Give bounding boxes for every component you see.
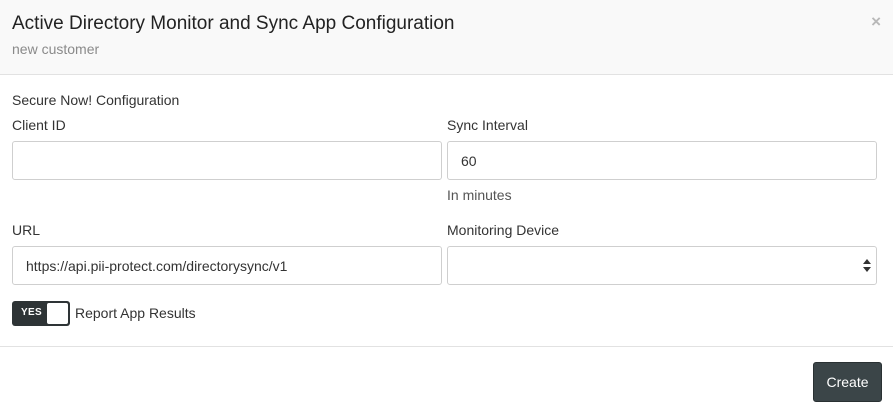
footer-divider: [0, 346, 893, 347]
monitoring-device-label: Monitoring Device: [447, 222, 560, 238]
toggle-state-label: YES: [21, 307, 42, 318]
client-id-input[interactable]: [12, 141, 442, 180]
sync-interval-help: In minutes: [447, 187, 512, 203]
client-id-label: Client ID: [12, 117, 66, 133]
url-label: URL: [12, 222, 41, 238]
sync-interval-input[interactable]: [447, 141, 877, 180]
sync-interval-label: Sync Interval: [447, 117, 528, 133]
create-button[interactable]: Create: [813, 362, 882, 402]
report-results-toggle[interactable]: YES: [12, 301, 70, 326]
report-results-label: Report App Results: [75, 305, 196, 321]
section-label: Secure Now! Configuration: [12, 92, 180, 108]
monitoring-device-select[interactable]: [447, 246, 877, 285]
close-icon[interactable]: ×: [871, 13, 881, 30]
select-arrows-icon: [863, 259, 871, 272]
url-input[interactable]: [12, 246, 442, 285]
modal-subtitle: new customer: [12, 41, 100, 57]
toggle-knob: [47, 303, 68, 324]
modal-header: Active Directory Monitor and Sync App Co…: [0, 0, 893, 75]
modal-title: Active Directory Monitor and Sync App Co…: [12, 13, 455, 34]
